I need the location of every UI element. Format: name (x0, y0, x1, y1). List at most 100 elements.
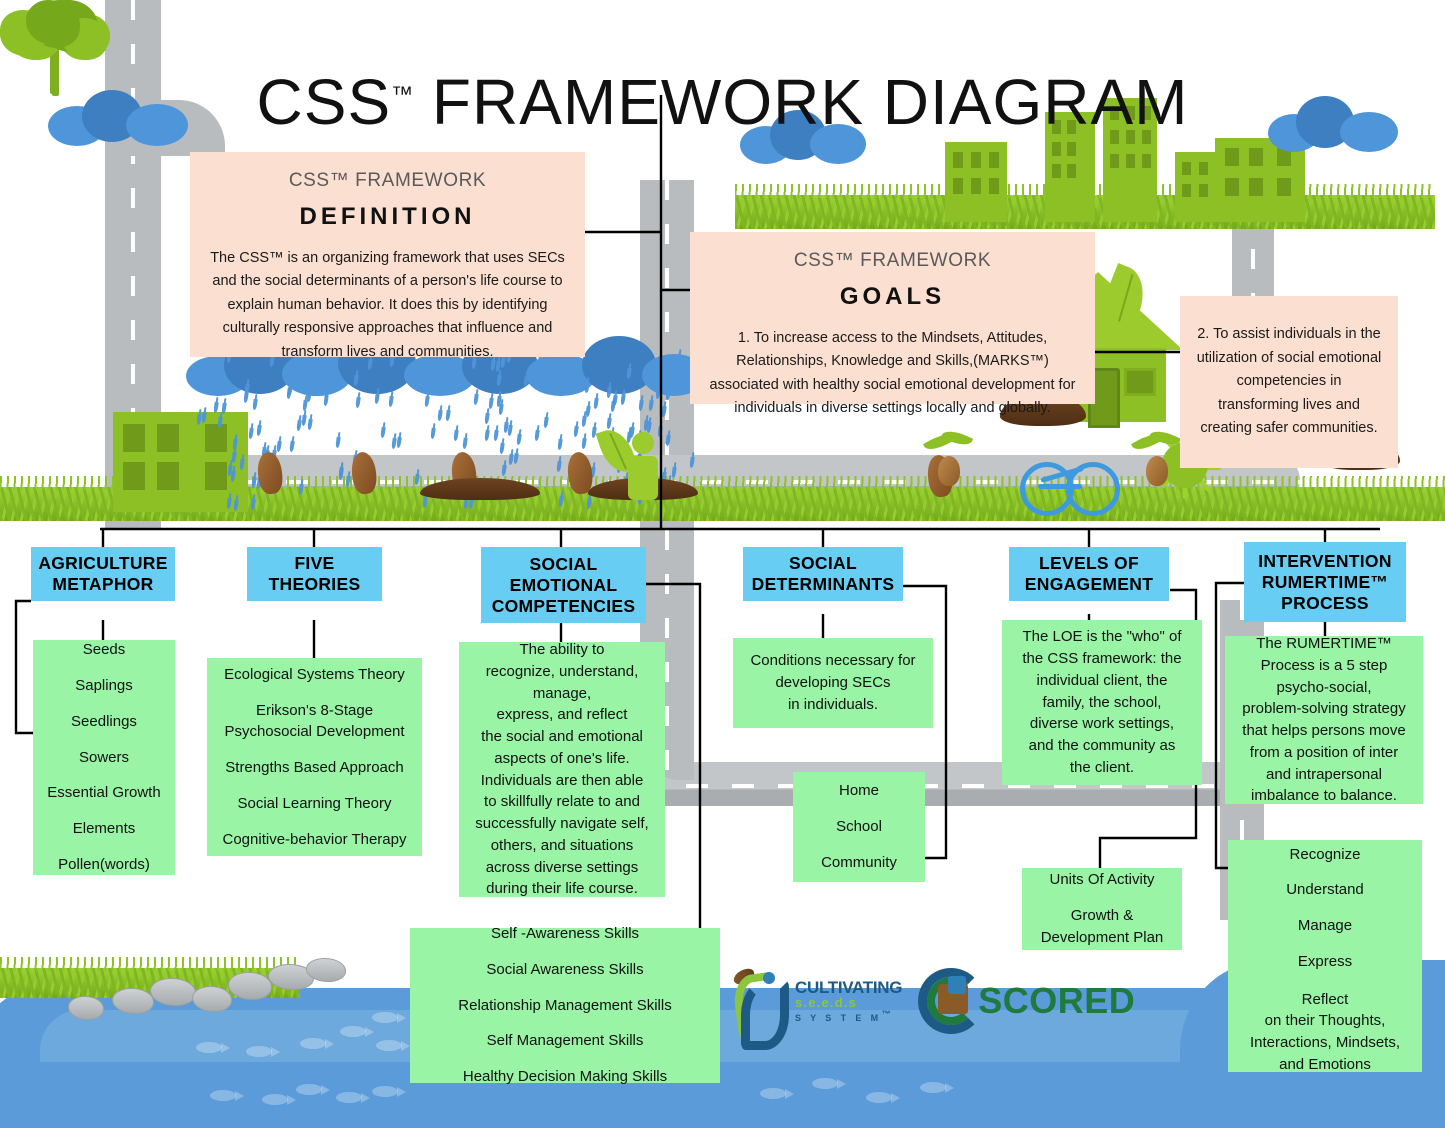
box-line: manage, (532, 684, 592, 702)
header-social-determinants[interactable]: SOCIAL DETERMINANTS (743, 547, 903, 601)
title-tm: ™ (391, 81, 414, 107)
box-line: Social Awareness Skills (486, 960, 644, 978)
box-line: Cognitive-behavior Therapy (222, 830, 407, 848)
box-line: Individuals are then able (480, 771, 644, 789)
box-line: and Emotions (1279, 1055, 1371, 1073)
box-line: the CSS framework: the (1022, 650, 1182, 668)
header-social-emotional-competencies[interactable]: SOCIAL EMOTIONAL COMPETENCIES (481, 547, 646, 623)
title-css: CSS (256, 65, 392, 138)
box-line: Healthy Decision Making Skills (462, 1068, 668, 1086)
goals-body-1: 1. To increase access to the Mindsets, A… (709, 329, 1076, 417)
box-agriculture-metaphor-terms: Seeds Saplings Seedlings Sowers Essential Gr… (33, 640, 175, 875)
box-line: and intrapersonal (1266, 765, 1382, 783)
box-line: Reflect (1301, 990, 1349, 1008)
definition-title-line1: CSS™ FRAMEWORK (288, 170, 487, 191)
box-line: Interactions, Mindsets, (1249, 1034, 1401, 1051)
box-loe-definition: The LOE is the "who" of the CSS framework… (1002, 620, 1202, 785)
logo-row: CULTIVATING s.e.e.d.s S Y S T E M™ SCORE… (730, 965, 1135, 1050)
box-line: Understand (1286, 881, 1364, 899)
definition-title-line2: DEFINITION (299, 202, 476, 230)
logo-line-system: S Y S T E M™ (795, 1009, 894, 1024)
box-line: successfully navigate self, (475, 815, 649, 832)
box-loe-units: Units Of Activity Growth & Development Pla… (1022, 868, 1182, 950)
box-line: the client. (1069, 758, 1135, 776)
box-line: Self -Awareness Skills (490, 925, 640, 943)
header-levels-of-engagement[interactable]: LEVELS OF ENGAGEMENT (1009, 547, 1169, 601)
box-line: in individuals. (787, 695, 879, 713)
header-intervention-rumertime-process[interactable]: INTERVENTION RUMERTIME™ PROCESS (1244, 542, 1406, 622)
box-line: express, and reflect (496, 706, 628, 724)
box-line: Seeds (82, 641, 126, 659)
box-line: The LOE is the "who" of (1022, 628, 1182, 646)
box-line: Social Learning Theory (237, 794, 392, 812)
box-line: Units Of Activity (1049, 871, 1155, 889)
box-line: The ability to (519, 641, 605, 658)
logo-line-seeds: s.e.e.d.s (795, 995, 858, 1011)
gscored-logo: SCORED (918, 968, 1135, 1034)
box-line: family, the school, (1042, 693, 1162, 711)
box-line: Process is a 5 step (1260, 656, 1388, 674)
goals-title-line1: CSS™ FRAMEWORK (793, 250, 992, 271)
box-line: imbalance to balance. (1251, 787, 1397, 805)
css-framework-goals-panel: CSS™ FRAMEWORK GOALS 1. To increase acce… (690, 232, 1095, 416)
box-line: School (836, 818, 882, 836)
box-rumertime-steps: Recognize Understand Manage Express Reflect o… (1228, 840, 1422, 1073)
box-line: Community (821, 853, 897, 871)
box-line: individual client, the (1036, 671, 1168, 689)
title-rest: FRAMEWORK DIAGRAM (431, 65, 1189, 138)
box-line: Pollen(words) (58, 855, 150, 873)
box-sec-definition: The ability to recognize, understand, mana… (459, 641, 665, 898)
box-line: that helps persons move (1242, 722, 1406, 739)
box-line: Manage (1297, 917, 1353, 934)
box-line: developing SECs (775, 674, 891, 692)
header-agriculture-metaphor[interactable]: AGRICULTURE METAPHOR (31, 547, 175, 601)
page-title: CSS™ FRAMEWORK DIAGRAM (0, 65, 1445, 139)
box-line: during their life course. (486, 880, 638, 898)
box-line: from a position of inter (1249, 743, 1399, 761)
box-line: Seedlings (71, 712, 137, 730)
box-line: Self Management Skills (486, 1032, 644, 1050)
box-rumertime-definition: The RUMERTIME™ Process is a 5 step psycho-… (1225, 635, 1423, 805)
seeds-swoosh-icon (730, 965, 791, 1050)
goals-title-line2: GOALS (839, 282, 946, 310)
box-line: to skillfully relate to and (484, 793, 640, 811)
box-line: Saplings (75, 677, 133, 695)
box-five-theories-list: Ecological Systems Theory Erikson's 8-Sta… (207, 658, 422, 856)
box-line: recognize, understand, (485, 662, 639, 680)
box-line: Strengths Based Approach (225, 759, 404, 776)
box-social-determinants-settings: Home School Community (793, 772, 925, 882)
box-social-determinants-definition: Conditions necessary for developing SECs i… (733, 638, 933, 728)
box-line: The RUMERTIME™ (1256, 635, 1392, 652)
box-line: others, and situations (490, 836, 634, 854)
gscored-wordmark: SCORED (978, 980, 1136, 1021)
header-five-theories[interactable]: FIVE THEORIES (247, 547, 382, 601)
box-line: problem-solving strategy (1242, 700, 1406, 718)
box-line: Relationship Management Skills (458, 996, 672, 1014)
box-line: Essential Growth (47, 784, 161, 802)
box-line: on their Thoughts, (1264, 1012, 1386, 1030)
box-line: Erikson's 8-Stage (255, 701, 374, 719)
box-line: Express (1297, 952, 1353, 970)
css-framework-goal2-panel: 2. To assist individuals in the utilizat… (1180, 296, 1398, 468)
box-line: aspects of one's life. (494, 749, 630, 767)
box-line: the social and emotional (481, 728, 643, 745)
box-line: psycho-social, (1276, 678, 1372, 696)
box-line: across diverse settings (485, 858, 639, 876)
box-line: Psychosocial Development (224, 723, 405, 741)
box-line: Growth & (1070, 907, 1134, 925)
box-line: Home (838, 782, 879, 800)
box-line: Conditions necessary for (750, 652, 916, 670)
cultivating-seeds-system-logo: CULTIVATING s.e.e.d.s S Y S T E M™ (730, 965, 903, 1050)
logo-line-cultivating: CULTIVATING (795, 977, 903, 997)
box-line: diverse work settings, (1029, 715, 1175, 733)
puzzle-piece-icon-2 (948, 976, 967, 994)
box-line: Development Plan (1040, 928, 1164, 946)
box-line: Recognize (1289, 845, 1361, 863)
box-line: Sowers (78, 748, 130, 766)
box-line: Ecological Systems Theory (224, 665, 405, 683)
gscored-g-icon (918, 968, 985, 1034)
box-sec-skills: Self -Awareness Skills Social Awareness S… (410, 925, 720, 1085)
definition-body: The CSS™ is an organizing framework that… (210, 249, 565, 360)
box-line: and the community as (1028, 737, 1176, 755)
box-line: Elements (72, 820, 136, 838)
